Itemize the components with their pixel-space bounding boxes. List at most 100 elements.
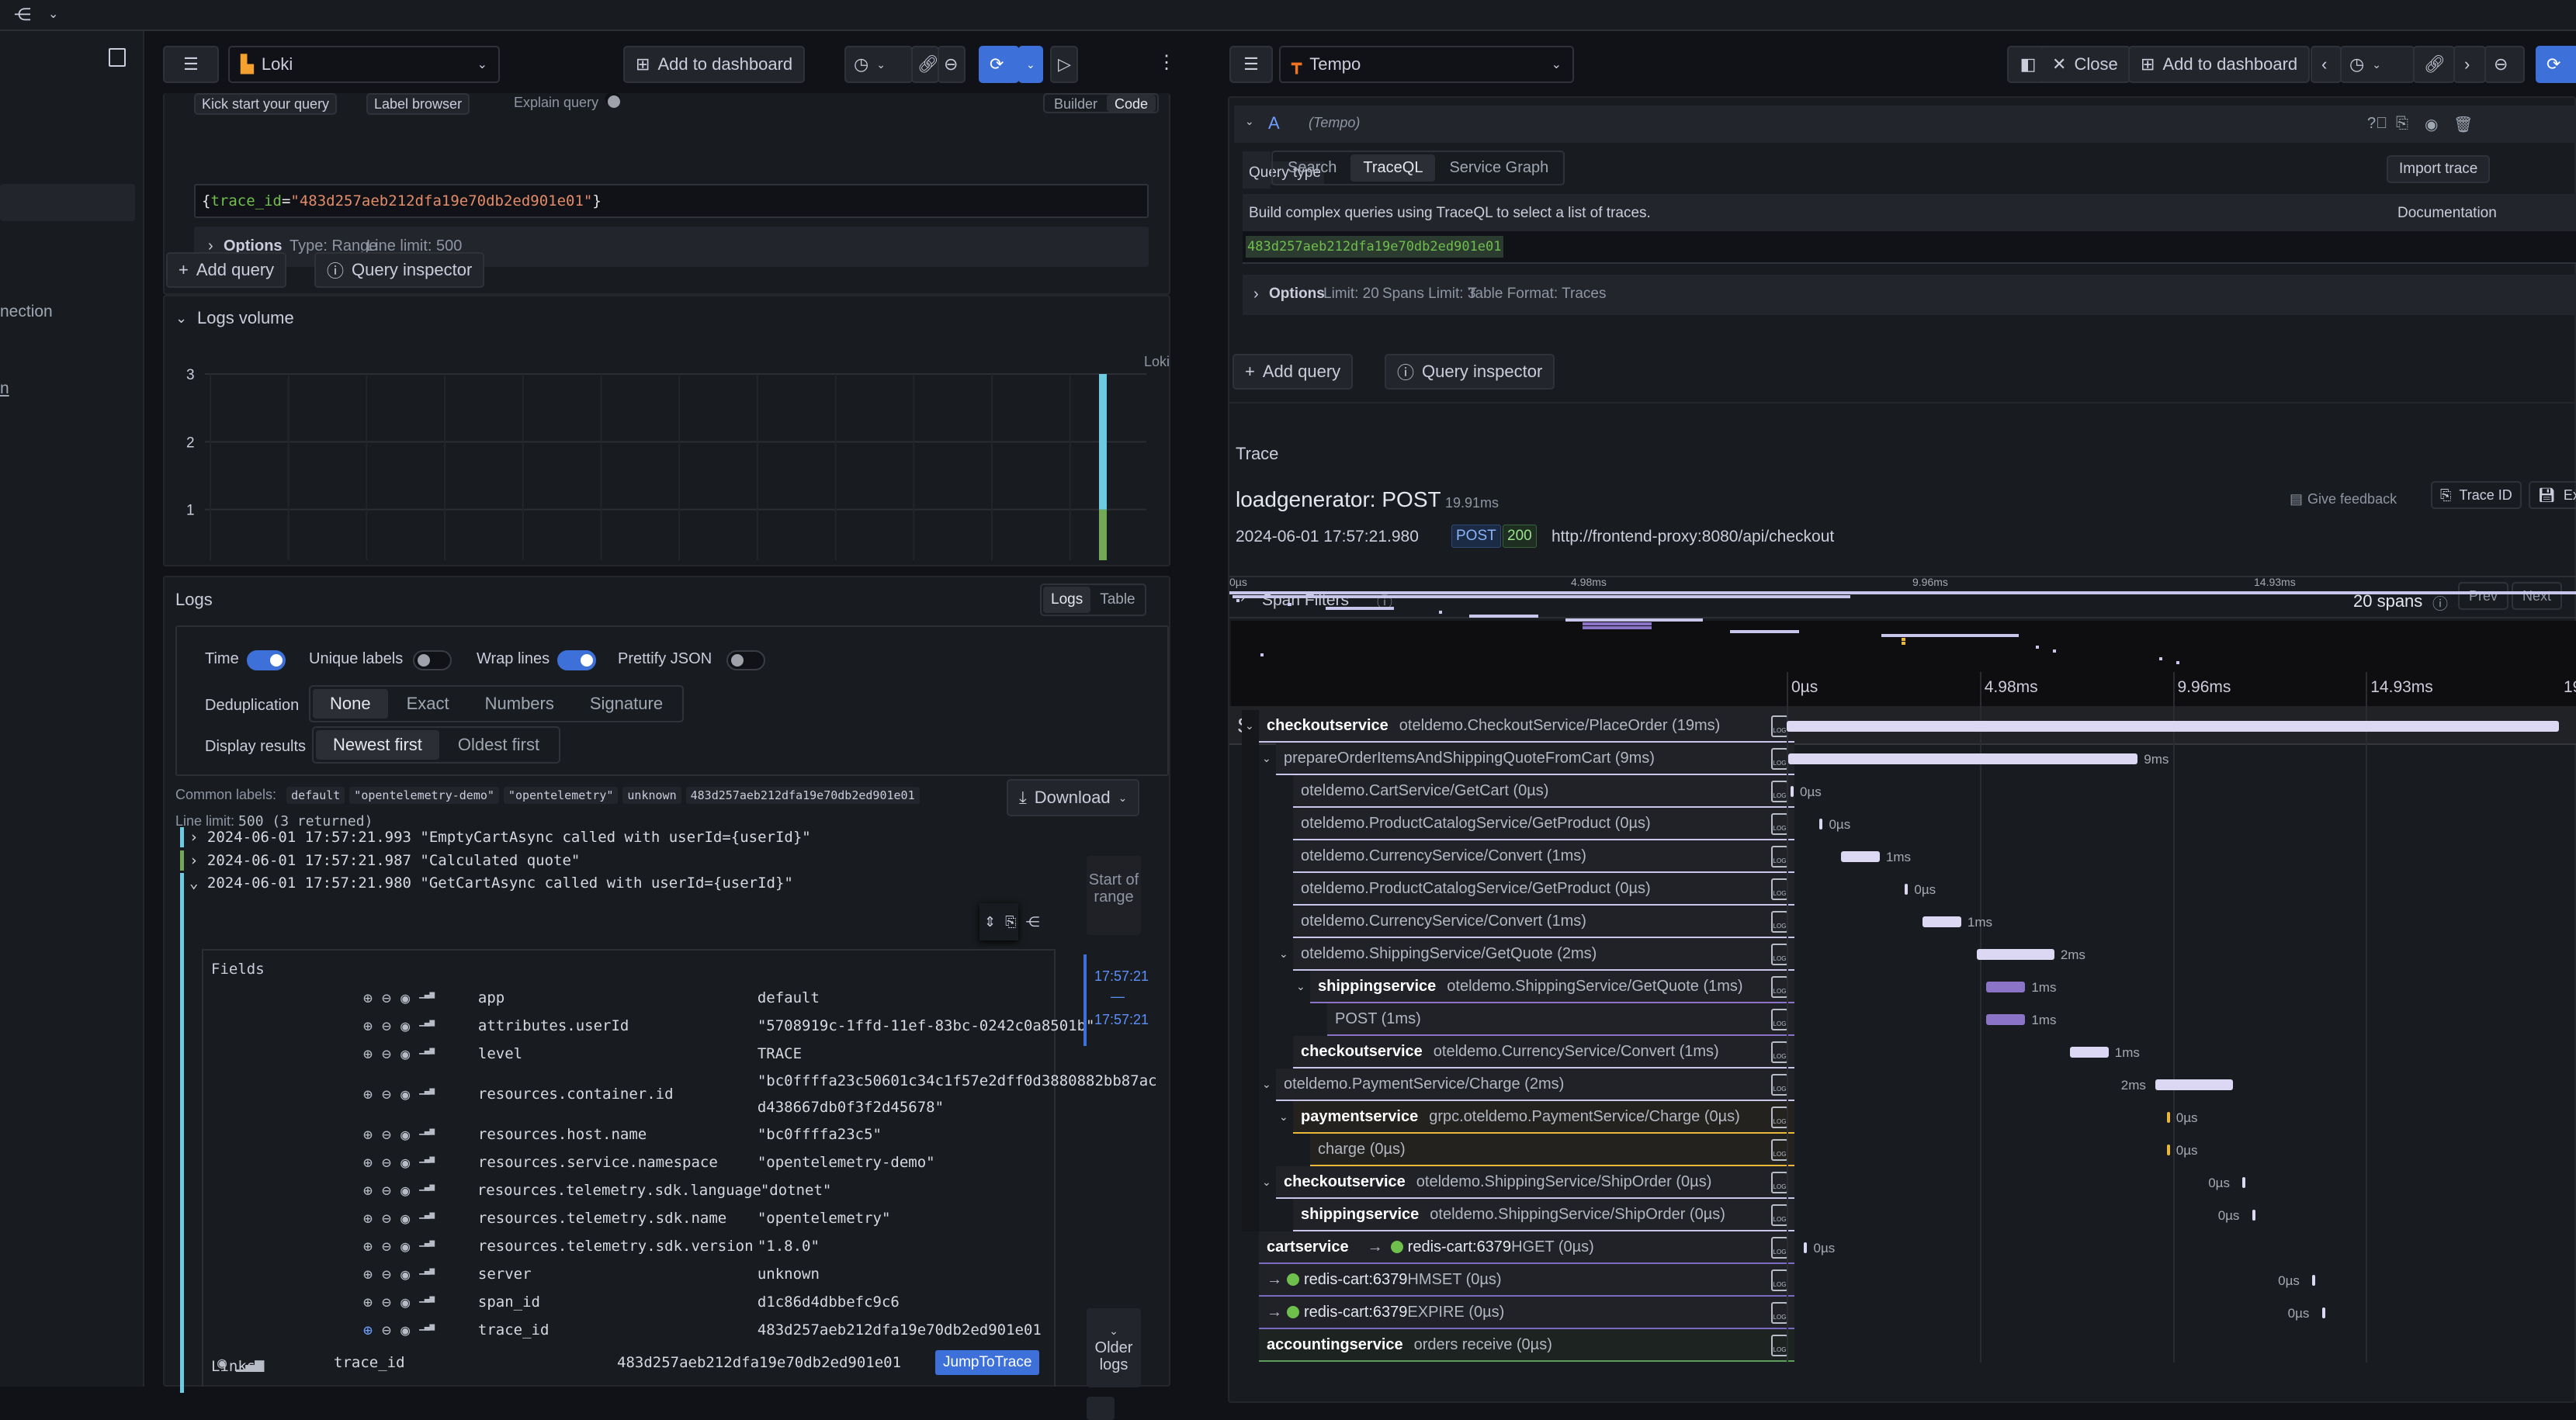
span-logs-icon[interactable]: LOG bbox=[1771, 878, 1788, 900]
copy-icon[interactable]: ⎘ bbox=[1005, 911, 1016, 933]
filter-for-value-icon[interactable]: ⊕ bbox=[363, 1153, 373, 1172]
span-row[interactable]: ⌄ shippingservice oteldemo.ShippingService… bbox=[1296, 971, 1794, 1003]
field-stats-icon[interactable]: ▁▃▅ bbox=[419, 1321, 435, 1339]
loki-query-input[interactable]: {trace_id="483d257aeb212dfa19e70db2ed901… bbox=[194, 184, 1149, 218]
span-bar[interactable] bbox=[2321, 1307, 2325, 1318]
query-options-row[interactable]: › Options Limit: 20 Spans Limit: 3 Table… bbox=[1243, 275, 2576, 315]
span-bar[interactable] bbox=[2155, 1079, 2233, 1090]
span-row[interactable]: oteldemo.CurrencyService/Convert (1ms) LO… bbox=[1293, 840, 1794, 873]
span-bar[interactable] bbox=[1922, 916, 1961, 927]
display-results-switch[interactable]: Newest first Oldest first bbox=[312, 726, 561, 764]
expand-chevron-icon[interactable]: ⌄ bbox=[1262, 1078, 1271, 1091]
mode-code[interactable]: Code bbox=[1107, 95, 1156, 112]
span-bar[interactable] bbox=[2252, 1210, 2255, 1221]
span-bar[interactable] bbox=[1986, 982, 2026, 992]
dedup-numbers[interactable]: Numbers bbox=[468, 689, 571, 719]
span-bar[interactable] bbox=[2166, 1145, 2170, 1155]
mode-builder[interactable]: Builder bbox=[1046, 95, 1105, 112]
filter-out-value-icon[interactable]: ⊖ bbox=[382, 1044, 391, 1063]
span-row[interactable]: → redis-cart:6379 HMSET (0µs) LOG bbox=[1259, 1264, 1794, 1297]
toggle-field-icon[interactable]: ◉ bbox=[400, 1085, 410, 1103]
filter-out-value-icon[interactable]: ⊖ bbox=[382, 989, 391, 1007]
copy-link-button[interactable]: 🔗︎ bbox=[911, 46, 939, 83]
toggle-field-icon[interactable]: ◉ bbox=[400, 1181, 410, 1200]
view-logs[interactable]: Logs bbox=[1043, 587, 1091, 613]
toggle-field-icon[interactable]: ◉ bbox=[400, 1017, 410, 1035]
span-row[interactable]: oteldemo.CurrencyService/Convert (1ms) LO… bbox=[1293, 906, 1794, 938]
field-stats-icon[interactable]: ▁▃▅ bbox=[419, 1209, 435, 1228]
add-query-button[interactable]: + Add query bbox=[1233, 354, 1354, 390]
span-logs-icon[interactable]: LOG bbox=[1771, 1237, 1788, 1259]
run-query-button[interactable]: ⟳ bbox=[979, 46, 1019, 83]
span-row[interactable]: oteldemo.CartService/GetCart (0µs) LOG bbox=[1293, 775, 1794, 808]
filter-out-value-icon[interactable]: ⊖ bbox=[382, 1017, 391, 1035]
span-row[interactable]: → redis-cart:6379 EXPIRE (0µs) LOG bbox=[1259, 1297, 1794, 1329]
span-row[interactable]: accountingservice orders receive (0µs) LOG bbox=[1259, 1329, 1794, 1362]
next-match-button[interactable]: Next bbox=[2512, 582, 2563, 610]
span-bar[interactable] bbox=[2242, 1177, 2246, 1188]
prev-match-button[interactable]: Prev bbox=[2458, 582, 2509, 610]
span-row[interactable]: ⌄ oteldemo.ShippingService/GetQuote (2ms)… bbox=[1279, 938, 1794, 971]
expand-chevron-icon[interactable]: ⌄ bbox=[1245, 719, 1254, 733]
display-newest-first[interactable]: Newest first bbox=[316, 730, 439, 760]
filter-for-value-icon[interactable]: ⊕ bbox=[363, 1085, 373, 1103]
span-bar[interactable] bbox=[1790, 786, 1794, 797]
share-icon[interactable]: ⋲ bbox=[1026, 911, 1040, 933]
span-bar[interactable] bbox=[1986, 1014, 2026, 1025]
field-stats-icon[interactable]: ▁▃▅ bbox=[419, 1125, 435, 1144]
help-icon[interactable]: ?⃝ bbox=[2367, 115, 2387, 133]
unique-labels-toggle[interactable] bbox=[413, 650, 452, 670]
span-row[interactable]: charge (0µs) LOG bbox=[1310, 1134, 1794, 1166]
field-stats-icon[interactable]: ▁▃▅ bbox=[419, 1017, 435, 1035]
filter-for-value-icon[interactable]: ⊕ bbox=[363, 1181, 373, 1200]
dedup-exact[interactable]: Exact bbox=[390, 689, 466, 719]
more-options-icon[interactable]: ⋮ bbox=[1157, 51, 1176, 74]
datasource-picker[interactable]: ▙ Loki ⌄ bbox=[228, 46, 500, 83]
prettify-json-toggle[interactable] bbox=[726, 650, 765, 670]
view-table[interactable]: Table bbox=[1092, 587, 1142, 613]
expand-chevron-icon[interactable]: ⌄ bbox=[1262, 1176, 1271, 1189]
download-button[interactable]: ⤓ Download ⌄ bbox=[1007, 779, 1140, 816]
query-inspector-button[interactable]: ⓘ Query inspector bbox=[1385, 354, 1555, 390]
dedup-none[interactable]: None bbox=[313, 689, 388, 719]
filter-for-value-icon[interactable]: ⊕ bbox=[363, 1209, 373, 1228]
span-logs-icon[interactable]: LOG bbox=[1771, 911, 1788, 933]
span-logs-icon[interactable]: LOG bbox=[1771, 1204, 1788, 1226]
filter-out-value-icon[interactable]: ⊖ bbox=[382, 1237, 391, 1255]
span-row[interactable]: ⌄ checkoutservice oteldemo.ShippingService… bbox=[1262, 1166, 1794, 1199]
share-icon[interactable]: ⋲ bbox=[14, 5, 31, 25]
copy-link-button[interactable]: 🔗︎ bbox=[2413, 46, 2455, 83]
live-tail-button[interactable]: ▷ bbox=[1050, 46, 1078, 83]
field-stats-icon[interactable]: ▁▃▅ bbox=[419, 1265, 435, 1283]
span-logs-icon[interactable]: LOG bbox=[1771, 944, 1788, 965]
toggle-field-icon[interactable]: ◉ bbox=[400, 1265, 410, 1283]
collapse-chevron-icon[interactable]: ⌄ bbox=[1245, 115, 1254, 128]
explain-query-toggle[interactable] bbox=[605, 93, 620, 108]
expand-chevron-icon[interactable]: ⌄ bbox=[1279, 1110, 1288, 1124]
trash-icon[interactable]: 🗑︎ bbox=[2453, 115, 2473, 134]
span-bar[interactable] bbox=[2069, 1047, 2109, 1058]
query-type-switch[interactable]: Search TraceQL Service Graph bbox=[1271, 151, 1565, 185]
logs-view-switch[interactable]: Logs Table bbox=[1040, 584, 1146, 616]
span-logs-icon[interactable]: LOG bbox=[1771, 976, 1788, 998]
time-forward-button[interactable]: › bbox=[2453, 46, 2486, 83]
expand-chevron-icon[interactable]: ⌄ bbox=[1262, 752, 1271, 765]
sidebar-item-selected[interactable] bbox=[0, 184, 135, 221]
span-logs-icon[interactable]: LOG bbox=[1771, 781, 1788, 802]
dedup-switch[interactable]: None Exact Numbers Signature bbox=[309, 685, 685, 722]
span-logs-icon[interactable]: LOG bbox=[1771, 1139, 1788, 1161]
export-button[interactable]: 💾︎Export bbox=[2529, 481, 2576, 509]
jump-to-trace-button[interactable]: JumpToTrace bbox=[935, 1350, 1040, 1375]
filter-for-value-icon[interactable]: ⊕ bbox=[363, 1237, 373, 1255]
span-row[interactable]: ⌄ paymentservice grpc.oteldemo.PaymentServ… bbox=[1279, 1101, 1794, 1134]
span-bar[interactable] bbox=[1819, 819, 1823, 829]
give-feedback-link[interactable]: ▤ Give feedback bbox=[2290, 491, 2397, 507]
wrap-lines-toggle[interactable] bbox=[557, 650, 596, 670]
chevron-down-icon[interactable]: ⌄ bbox=[48, 6, 58, 22]
span-bar[interactable] bbox=[2312, 1275, 2316, 1286]
display-oldest-first[interactable]: Oldest first bbox=[441, 730, 556, 760]
filter-out-value-icon[interactable]: ⊖ bbox=[382, 1209, 391, 1228]
zoom-out-button[interactable]: ⊖ bbox=[2484, 46, 2525, 83]
field-stats-icon[interactable]: ▁▃▅ bbox=[419, 1085, 435, 1103]
query-inspector-button[interactable]: ⓘ Query inspector bbox=[314, 252, 485, 288]
